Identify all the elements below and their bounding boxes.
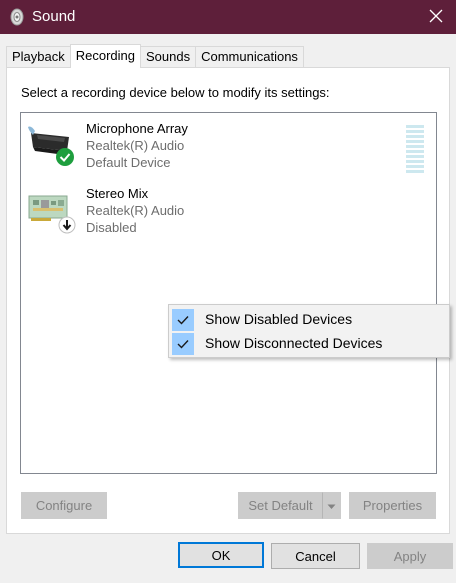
cancel-button[interactable]: Cancel xyxy=(271,543,360,569)
instruction-text: Select a recording device below to modif… xyxy=(21,85,330,100)
recording-panel: Select a recording device below to modif… xyxy=(6,67,450,534)
device-name: Stereo Mix xyxy=(86,186,149,201)
device-item-stereo-mix[interactable]: Stereo Mix Realtek(R) Audio Disabled xyxy=(21,182,436,240)
menu-item-show-disconnected-devices[interactable]: Show Disconnected Devices xyxy=(169,332,449,356)
set-default-button[interactable]: Set Default xyxy=(238,492,323,519)
device-status: Default Device xyxy=(86,155,171,170)
sound-card-icon xyxy=(27,188,77,234)
context-menu: Show Disabled Devices Show Disconnected … xyxy=(168,304,450,358)
device-driver: Realtek(R) Audio xyxy=(86,138,185,153)
green-check-icon xyxy=(56,148,74,166)
device-status: Disabled xyxy=(86,220,137,235)
dialog-body: Playback Recording Sounds Communications… xyxy=(0,34,456,583)
checkmark-icon xyxy=(172,309,194,331)
microphone-array-icon xyxy=(27,123,77,169)
ok-button[interactable]: OK xyxy=(178,542,264,568)
title-bar[interactable]: Sound xyxy=(0,0,456,34)
device-item-microphone-array[interactable]: Microphone Array Realtek(R) Audio Defaul… xyxy=(21,117,436,175)
tab-strip: Playback Recording Sounds Communications xyxy=(6,44,304,68)
sound-dialog: Sound Playback Recording Sounds Communic… xyxy=(0,0,456,583)
device-list[interactable]: Microphone Array Realtek(R) Audio Defaul… xyxy=(20,112,437,474)
configure-button[interactable]: Configure xyxy=(21,492,107,519)
set-default-dropdown[interactable] xyxy=(322,492,341,519)
chevron-down-icon xyxy=(327,498,336,513)
close-icon xyxy=(429,9,443,26)
checkmark-icon xyxy=(172,333,194,355)
menu-item-label: Show Disabled Devices xyxy=(205,311,353,327)
tab-sounds[interactable]: Sounds xyxy=(140,46,197,68)
level-meter xyxy=(406,125,424,175)
tab-recording[interactable]: Recording xyxy=(69,44,142,68)
tab-playback[interactable]: Playback xyxy=(6,46,71,68)
window-title: Sound xyxy=(32,8,76,25)
menu-item-label: Show Disconnected Devices xyxy=(205,335,383,351)
close-button[interactable] xyxy=(416,0,456,34)
speaker-icon xyxy=(8,8,26,26)
apply-button[interactable]: Apply xyxy=(367,543,453,569)
menu-item-show-disabled-devices[interactable]: Show Disabled Devices xyxy=(169,308,449,332)
device-name: Microphone Array xyxy=(86,121,188,136)
properties-button[interactable]: Properties xyxy=(349,492,436,519)
tab-communications[interactable]: Communications xyxy=(195,46,304,68)
device-driver: Realtek(R) Audio xyxy=(86,203,185,218)
